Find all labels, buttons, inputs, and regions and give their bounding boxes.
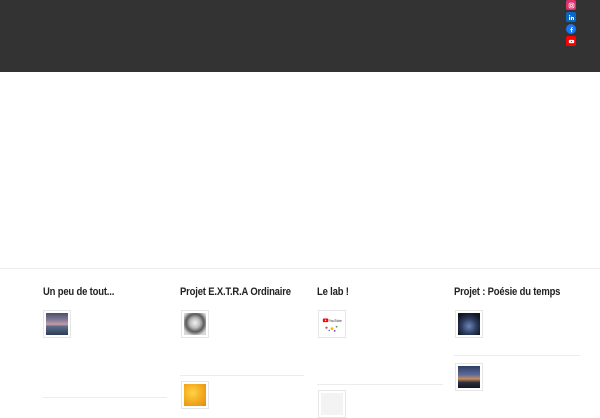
post-thumbnail[interactable] bbox=[318, 390, 346, 418]
hero-area bbox=[0, 72, 600, 268]
linkedin-icon[interactable] bbox=[566, 12, 576, 22]
youtube-video-image: YouTube bbox=[321, 313, 343, 335]
post-thumbnail[interactable] bbox=[181, 381, 209, 409]
column-title: Le lab ! bbox=[317, 286, 349, 298]
footer-column-le-lab: Le lab ! bbox=[317, 285, 447, 299]
facebook-icon[interactable] bbox=[566, 24, 576, 34]
post-divider bbox=[180, 375, 304, 376]
post-divider bbox=[454, 355, 580, 356]
column-title: Un peu de tout... bbox=[43, 286, 115, 298]
youtube-logo-icon: YouTube bbox=[322, 318, 342, 332]
post-thumbnail[interactable]: YouTube bbox=[318, 310, 346, 338]
instagram-icon[interactable] bbox=[566, 0, 576, 10]
seascape-image bbox=[46, 313, 68, 335]
post-thumbnail[interactable] bbox=[455, 310, 483, 338]
night-road-image bbox=[458, 313, 480, 335]
column-title: Projet E.X.T.R.A Ordinaire bbox=[180, 286, 291, 298]
post-divider bbox=[317, 384, 443, 385]
footer-column-un-peu-de-tout: Un peu de tout... bbox=[43, 285, 173, 299]
portrait-image bbox=[184, 313, 206, 335]
column-title: Projet : Poésie du temps bbox=[454, 286, 561, 298]
sunset-landscape-image bbox=[458, 366, 480, 388]
yellow-art-image bbox=[184, 384, 206, 406]
post-thumbnail[interactable] bbox=[181, 310, 209, 338]
youtube-icon[interactable] bbox=[566, 36, 576, 46]
footer-divider bbox=[0, 268, 600, 269]
youtube-logo-text: YouTube bbox=[329, 319, 342, 323]
site-header bbox=[0, 0, 600, 72]
footer-column-projet-extra-ordinaire: Projet E.X.T.R.A Ordinaire bbox=[180, 285, 310, 299]
footer-column-poesie-du-temps: Projet : Poésie du temps bbox=[454, 285, 584, 299]
post-image bbox=[321, 393, 343, 415]
post-thumbnail[interactable] bbox=[43, 310, 71, 338]
post-divider bbox=[43, 397, 167, 398]
post-thumbnail[interactable] bbox=[455, 363, 483, 391]
